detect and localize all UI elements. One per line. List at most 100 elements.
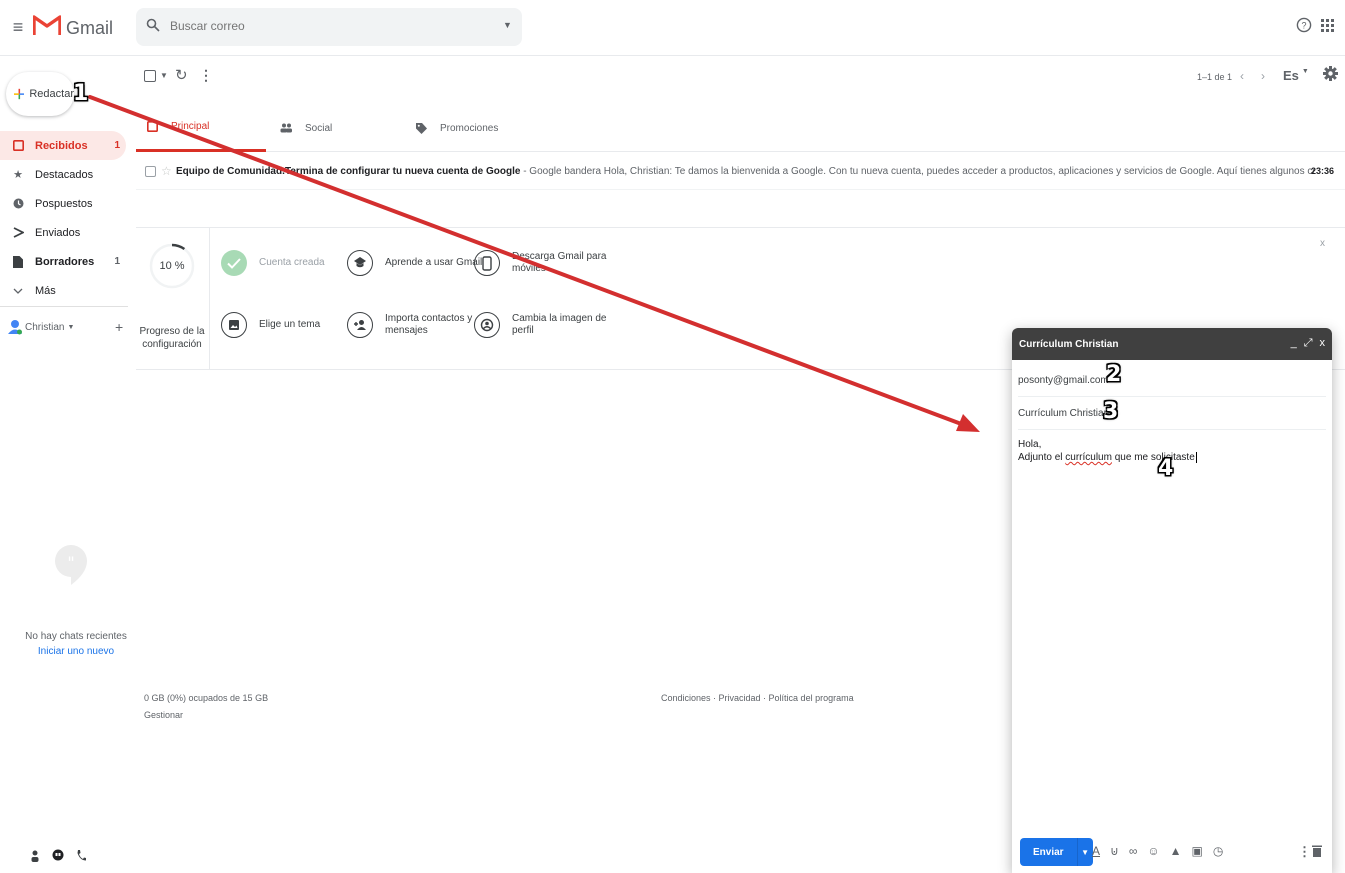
subject-field[interactable]: Currículum Christian	[1018, 397, 1326, 430]
minimize-icon[interactable]: _	[1291, 337, 1297, 350]
photo-icon[interactable]: ▣	[1192, 844, 1203, 858]
person-icon[interactable]	[30, 849, 40, 863]
chevron-down-icon	[12, 285, 24, 297]
email-row[interactable]: ☆ Equipo de Comunidad. Termina de config…	[136, 153, 1345, 190]
email-snippet: - Google bandera Hola, Christian: Te dam…	[523, 165, 1315, 177]
input-tools-button[interactable]: Es ▼	[1283, 68, 1309, 83]
send-icon	[12, 227, 24, 239]
chevron-left-icon[interactable]: ‹	[1240, 69, 1244, 83]
row-checkbox[interactable]	[145, 165, 156, 177]
start-new-chat-link[interactable]: Iniciar uno nuevo	[0, 646, 152, 657]
tab-promociones[interactable]: Promociones	[405, 104, 555, 152]
gear-icon[interactable]	[1323, 66, 1338, 81]
setup-item-importa[interactable]: Importa contactos y mensajes	[347, 312, 495, 338]
step-marker-2: 2	[1106, 362, 1122, 387]
trash-icon[interactable]	[1312, 845, 1322, 857]
footer-links[interactable]: Condiciones · Privacidad · Política del …	[661, 693, 854, 703]
sidebar-item-pospuestos[interactable]: Pospuestos	[0, 189, 126, 218]
email-subject: Termina de configurar tu nueva cuenta de…	[285, 165, 521, 177]
sidebar-item-enviados[interactable]: Enviados	[0, 218, 126, 247]
phone-call-icon[interactable]	[76, 849, 86, 863]
clock-icon	[12, 198, 24, 210]
select-all-checkbox[interactable]	[144, 70, 156, 82]
hangouts-icon[interactable]	[52, 849, 64, 863]
svg-text:": "	[67, 553, 74, 572]
star-icon[interactable]: ☆	[161, 164, 172, 178]
help-icon[interactable]: ?	[1296, 17, 1312, 33]
sidebar-item-mas[interactable]: Más	[0, 276, 126, 305]
sidebar-item-borradores[interactable]: Borradores 1	[0, 247, 126, 276]
account-name: Christian	[25, 321, 65, 333]
chevron-right-icon[interactable]: ›	[1261, 69, 1265, 83]
setup-item-imagen-perfil[interactable]: Cambia la imagen de perfil	[474, 312, 622, 338]
more-vert-icon[interactable]: ⋮	[199, 67, 213, 84]
app-name: Gmail	[66, 18, 114, 38]
compose-window: Currículum Christian _ ⤢ x posonty@gmail…	[1012, 328, 1332, 873]
refresh-icon[interactable]: ↻	[175, 66, 188, 84]
gmail-logo[interactable]	[33, 13, 61, 37]
sidebar-item-destacados[interactable]: ★ Destacados	[0, 160, 126, 189]
account-caret-icon[interactable]: ▼	[67, 324, 74, 331]
select-caret-icon[interactable]: ▼	[160, 71, 168, 80]
step-marker-4: 4	[1158, 456, 1174, 481]
search-options-caret-icon[interactable]: ▼	[503, 20, 512, 30]
setup-item-descarga-movil[interactable]: Descarga Gmail para móviles	[474, 250, 622, 276]
email-subject-line: Termina de configurar tu nueva cuenta de…	[285, 166, 1315, 177]
tab-label: Social	[305, 122, 333, 134]
unread-count: 1	[114, 140, 120, 151]
draft-icon	[12, 255, 24, 268]
setup-close-icon[interactable]: x	[1320, 238, 1325, 249]
sidebar-item-label: Más	[35, 284, 56, 297]
email-time: 23:36	[1310, 166, 1334, 176]
compose-window-controls: _ ⤢ x	[1291, 337, 1325, 350]
attach-icon[interactable]: ⊍	[1110, 844, 1119, 858]
sidebar-item-label: Recibidos	[35, 139, 88, 152]
hangouts-account[interactable]: Christian ▼ +	[8, 316, 128, 338]
link-icon[interactable]: ∞	[1129, 844, 1138, 858]
compose-button[interactable]: Redactar	[6, 72, 74, 116]
compose-header[interactable]: Currículum Christian _ ⤢ x	[1012, 328, 1332, 360]
emoji-icon[interactable]: ☺	[1147, 844, 1159, 858]
add-chat-icon[interactable]: +	[115, 319, 123, 335]
setup-item-aprende[interactable]: Aprende a usar Gmail	[347, 250, 495, 276]
close-icon[interactable]: x	[1320, 337, 1326, 350]
image-icon	[221, 312, 247, 338]
setup-divider	[209, 228, 210, 369]
email-sender: Equipo de Comunidad.	[176, 165, 285, 177]
misspelled-word: currículum	[1065, 452, 1112, 463]
more-options-icon[interactable]: ⋮	[1298, 844, 1311, 860]
subject-value: Currículum Christian	[1018, 407, 1110, 419]
account-icon	[474, 312, 500, 338]
tab-social[interactable]: Social	[270, 104, 400, 152]
draft-count: 1	[114, 256, 120, 267]
manage-storage-link[interactable]: Gestionar	[144, 710, 183, 720]
inbox-icon	[146, 121, 158, 133]
body-line: Hola,	[1018, 439, 1042, 450]
sidebar-item-recibidos[interactable]: Recibidos 1	[0, 131, 126, 160]
send-options-caret-icon[interactable]: ▼	[1076, 838, 1093, 866]
tab-principal[interactable]: Principal	[136, 104, 266, 152]
confidential-mode-icon[interactable]: ◷	[1213, 844, 1223, 858]
graduation-cap-icon	[347, 250, 373, 276]
send-button-group: Enviar ▼	[1020, 838, 1093, 866]
recipient-field[interactable]: posonty@gmail.com	[1018, 364, 1326, 397]
tag-icon	[415, 122, 427, 134]
step-marker-3: 3	[1103, 399, 1119, 424]
progress-value: 10 %	[159, 260, 185, 272]
star-icon: ★	[13, 169, 23, 181]
hamburger-menu-icon[interactable]: ≡	[10, 17, 26, 37]
sidebar-item-label: Pospuestos	[35, 197, 93, 210]
progress-label: Progreso de la configuración	[139, 326, 205, 350]
search-input[interactable]	[170, 19, 470, 33]
search-icon[interactable]	[146, 18, 160, 32]
text-format-icon[interactable]: A	[1092, 844, 1100, 858]
sidebar-item-label: Destacados	[35, 168, 94, 181]
google-apps-icon[interactable]	[1321, 19, 1334, 32]
expand-icon[interactable]: ⤢	[1304, 337, 1313, 350]
sidebar-item-label: Borradores	[35, 255, 95, 268]
send-button[interactable]: Enviar	[1020, 838, 1077, 866]
compose-label: Redactar	[29, 88, 74, 100]
phone-icon	[474, 250, 500, 276]
compose-format-toolbar: A ⊍ ∞ ☺ ▲ ▣ ◷	[1092, 844, 1223, 858]
drive-icon[interactable]: ▲	[1170, 844, 1182, 858]
